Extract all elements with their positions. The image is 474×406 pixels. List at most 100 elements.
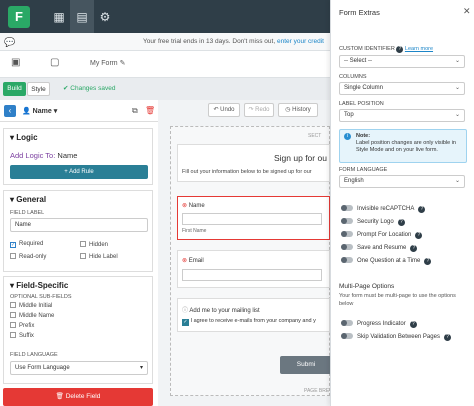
prompt-location-toggle[interactable]: Prompt For Location?: [341, 231, 423, 239]
middle-initial-checkbox[interactable]: Middle Initial: [10, 302, 52, 309]
toggle-switch[interactable]: [341, 218, 353, 224]
toggle-switch[interactable]: [341, 231, 353, 237]
person-icon: 👤: [22, 108, 31, 115]
first-name-input[interactable]: [182, 213, 322, 225]
section-label: SECT: [308, 133, 322, 139]
copy-icon[interactable]: ⧉: [132, 106, 138, 116]
help-icon[interactable]: ?: [396, 46, 404, 53]
dashboard-icon[interactable]: ▦: [50, 8, 68, 26]
submit-button[interactable]: Submi: [280, 356, 332, 374]
email-field-block[interactable]: ⊗ Email: [177, 250, 330, 288]
prefix-checkbox[interactable]: Prefix: [10, 322, 34, 329]
field-label-input[interactable]: Name: [10, 218, 148, 232]
toggle-switch[interactable]: [341, 257, 353, 263]
multipage-title: Multi-Page Options: [339, 283, 395, 290]
checkbox-icon[interactable]: [10, 332, 16, 338]
folder-icon[interactable]: ▢: [50, 57, 59, 68]
delete-field-button[interactable]: 🗑 Delete Field: [3, 388, 153, 406]
document-icon[interactable]: ▣: [11, 57, 20, 68]
history-button[interactable]: ◷ History: [278, 103, 318, 117]
info-icon: i: [344, 133, 351, 140]
form-language-select[interactable]: English ⌄: [339, 175, 465, 188]
help-icon[interactable]: ?: [418, 206, 426, 213]
help-icon[interactable]: ?: [424, 258, 432, 265]
help-icon[interactable]: ?: [397, 219, 405, 226]
error-circle-icon: ⊗: [182, 203, 188, 209]
label-position-select[interactable]: Top ⌄: [339, 109, 465, 122]
progress-indicator-toggle[interactable]: Progress Indicator?: [341, 320, 417, 328]
checkbox-icon[interactable]: [10, 302, 16, 308]
hide-label-checkbox[interactable]: Hide Label: [80, 253, 118, 260]
invisible-recaptcha-toggle[interactable]: Invisible reCAPTCHA?: [341, 205, 426, 213]
field-title[interactable]: 👤 Name ▾: [22, 107, 57, 115]
help-icon[interactable]: ?: [443, 334, 451, 341]
email-input[interactable]: [182, 269, 322, 281]
save-resume-toggle[interactable]: Save and Resume?: [341, 244, 418, 252]
help-icon[interactable]: ?: [415, 232, 423, 239]
add-logic-to: Add Logic To: Name: [10, 151, 78, 160]
add-rule-button[interactable]: + Add Rule: [10, 165, 148, 179]
field-settings-header: ‹ 👤 Name ▾ ⧉ 🗑: [0, 100, 158, 122]
trash-icon[interactable]: 🗑: [145, 106, 155, 115]
field-language-select[interactable]: Use Form Language ▾: [10, 361, 148, 375]
toggle-switch[interactable]: [341, 320, 353, 326]
style-tab[interactable]: Style: [27, 82, 50, 96]
logic-section: ▾ Logic Add Logic To: Name + Add Rule: [3, 128, 153, 185]
checkbox-icon[interactable]: [10, 322, 16, 328]
form-extras-panel: Form Extras ✕ CUSTOM IDENTIFIER ? Learn …: [330, 0, 474, 406]
help-icon[interactable]: ?: [410, 245, 418, 252]
chevron-down-icon: ⌄: [454, 112, 460, 118]
trial-link[interactable]: enter your credit: [277, 38, 324, 45]
columns-select[interactable]: Single Column ⌄: [339, 82, 465, 95]
security-logo-toggle[interactable]: Security Logo?: [341, 218, 405, 226]
middle-name-checkbox[interactable]: Middle Name: [10, 312, 54, 319]
trash-icon: 🗑: [55, 393, 64, 400]
toggle-switch[interactable]: [341, 244, 353, 250]
help-icon[interactable]: ?: [409, 321, 417, 328]
skip-validation-toggle[interactable]: Skip Validation Between Pages?: [341, 333, 451, 341]
logic-heading[interactable]: ▾ Logic: [10, 133, 38, 142]
redo-button[interactable]: ↷ Redo: [244, 103, 274, 117]
toggle-switch[interactable]: [341, 333, 353, 339]
suffix-checkbox[interactable]: Suffix: [10, 332, 34, 339]
checkbox-icon[interactable]: [80, 253, 86, 259]
formstack-logo[interactable]: F: [8, 6, 30, 28]
checkbox-checked-icon[interactable]: ✓: [10, 242, 16, 248]
chat-icon[interactable]: 💬: [4, 33, 15, 51]
general-section: ▾ General FIELD LABEL Name ✓ Required Hid…: [3, 190, 153, 272]
one-question-toggle[interactable]: One Question at a Time?: [341, 257, 432, 265]
panel-title: Form Extras: [339, 8, 380, 17]
trial-text: Your free trial ends in 13 days. Don't m…: [143, 38, 276, 45]
build-tab[interactable]: Build: [3, 82, 26, 96]
checkbox-checked-icon[interactable]: ✓: [182, 319, 189, 326]
undo-button[interactable]: ↶ Undo: [208, 103, 240, 117]
form-intro: Fill out your information below to be si…: [182, 169, 312, 175]
learn-more-link[interactable]: Learn more: [405, 46, 433, 52]
toggle-switch[interactable]: [341, 205, 353, 211]
name-field-block[interactable]: ⊗ Name First Name: [177, 196, 330, 240]
mailing-list-block[interactable]: ⓘ Add me to your mailing list ✓ I agree …: [177, 298, 330, 332]
checkbox-icon[interactable]: [80, 241, 86, 247]
mailing-list-option[interactable]: ✓ I agree to receive e-mails from your c…: [182, 318, 328, 326]
mailing-list-label: ⓘ Add me to your mailing list: [182, 308, 260, 314]
field-specific-heading[interactable]: ▾ Field-Specific: [10, 281, 68, 290]
forms-icon[interactable]: ▤: [73, 8, 91, 26]
general-heading[interactable]: ▾ General: [10, 195, 46, 204]
field-settings-panel: ‹ 👤 Name ▾ ⧉ 🗑 ▾ Logic Add Logic To: Nam…: [0, 100, 158, 406]
form-title-section[interactable]: Sign up for ou Fill out your information…: [177, 144, 330, 182]
columns-label: COLUMNS: [339, 74, 367, 80]
pencil-icon[interactable]: ✎: [120, 60, 126, 67]
back-arrow-icon[interactable]: ‹: [4, 105, 16, 117]
hidden-checkbox[interactable]: Hidden: [80, 241, 108, 248]
required-checkbox[interactable]: ✓ Required: [10, 241, 43, 248]
integrations-icon[interactable]: ⚙: [96, 8, 114, 26]
read-only-checkbox[interactable]: Read-only: [10, 253, 46, 260]
checkbox-icon[interactable]: [10, 253, 16, 259]
save-status: ✔ Changes saved: [63, 85, 116, 92]
checkbox-icon[interactable]: [10, 312, 16, 318]
chevron-down-icon: ▾: [139, 365, 143, 371]
close-icon[interactable]: ✕: [463, 6, 471, 17]
form-name[interactable]: My Form ✎: [90, 59, 125, 67]
mode-tabs: Build Style ✔ Changes saved: [0, 80, 330, 98]
custom-identifier-select[interactable]: -- Select -- ⌄: [339, 55, 465, 68]
